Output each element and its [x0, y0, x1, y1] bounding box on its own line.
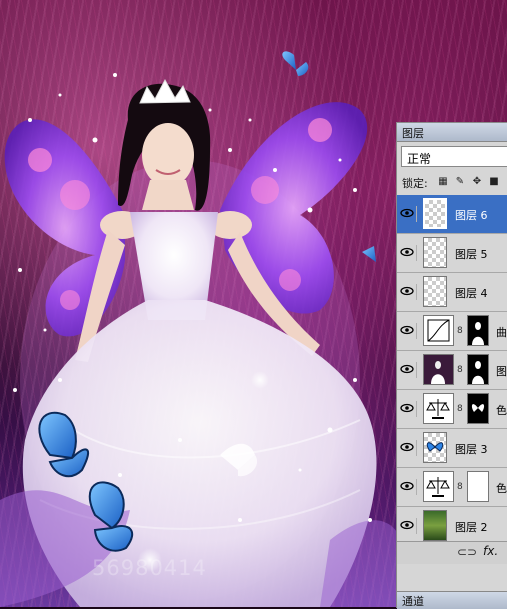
layer-row[interactable]: 8 图层 [397, 351, 507, 390]
lock-bar: 锁定: ▦ ✎ ✥ ■ [402, 176, 499, 191]
layer-name: 图层 6 [455, 209, 488, 222]
photo-thumbnail [423, 354, 454, 385]
link-icon: 8 [457, 365, 463, 375]
layers-tab[interactable]: 图层 [397, 123, 507, 142]
layer-row[interactable]: 8 色 [397, 390, 507, 429]
layer-thumbnail [423, 237, 447, 268]
layer-thumbnail [423, 198, 447, 229]
color-balance-icon [423, 393, 454, 424]
link-icon: 8 [457, 482, 463, 492]
lock-all-icon[interactable]: ■ [489, 177, 499, 187]
layer-mask-thumbnail [467, 354, 489, 385]
layer-name: 图层 3 [455, 443, 488, 456]
blue-butterfly-top [282, 51, 309, 76]
layer-name: 图层 4 [455, 287, 488, 300]
visibility-eye-icon[interactable] [400, 323, 417, 339]
layer-row[interactable]: 图层 3 [397, 429, 507, 468]
layer-name: 曲 [496, 326, 507, 339]
layer-mask-thumbnail [467, 393, 489, 424]
link-icon[interactable]: ⊂⊃ [457, 545, 477, 559]
layer-name: 图层 [496, 365, 507, 378]
layer-mask-thumbnail [467, 471, 489, 502]
visibility-eye-icon[interactable] [400, 479, 417, 495]
layer-name: 色 [496, 482, 507, 495]
lock-move-icon[interactable]: ✥ [472, 177, 482, 187]
link-icon: 8 [457, 326, 463, 336]
layer-list: 图层 6 图层 5 图层 4 8 曲 8 图 8 色 图层 3 8 色 图层 2 [397, 195, 507, 546]
layer-row[interactable]: 图层 5 [397, 234, 507, 273]
blue-butterfly-right [362, 246, 376, 262]
layer-thumbnail [423, 276, 447, 307]
curves-adjustment-icon [423, 315, 454, 346]
visibility-eye-icon[interactable] [400, 440, 417, 456]
watermark: 56980414 [92, 556, 207, 580]
lock-paint-icon[interactable]: ✎ [455, 177, 465, 187]
link-icon: 8 [457, 404, 463, 414]
layer-name: 图层 2 [455, 521, 488, 534]
layer-name: 色 [496, 404, 507, 417]
visibility-eye-icon[interactable] [400, 206, 417, 222]
layer-row[interactable]: 图层 6 [397, 195, 507, 234]
visibility-eye-icon[interactable] [400, 401, 417, 417]
layer-thumbnail [423, 432, 447, 463]
layer-row[interactable]: 8 曲 [397, 312, 507, 351]
visibility-eye-icon[interactable] [400, 362, 417, 378]
visibility-eye-icon[interactable] [400, 245, 417, 261]
layer-row[interactable]: 8 色 [397, 468, 507, 507]
fx-button[interactable]: fx. [483, 544, 498, 558]
layer-name: 图层 5 [455, 248, 488, 261]
color-balance-icon [423, 471, 454, 502]
layer-row[interactable]: 图层 4 [397, 273, 507, 312]
layer-mask-thumbnail [467, 315, 489, 346]
visibility-eye-icon[interactable] [400, 284, 417, 300]
channels-tab[interactable]: 通道 [397, 591, 507, 609]
lock-transparent-icon[interactable]: ▦ [438, 177, 448, 187]
layers-panel-footer: ⊂⊃ fx. [397, 541, 507, 564]
layer-thumbnail [423, 510, 447, 541]
layers-panel: 图层 正常 锁定: ▦ ✎ ✥ ■ 图层 6 图层 5 图层 4 8 曲 8 图… [396, 122, 507, 609]
visibility-eye-icon[interactable] [400, 518, 417, 534]
blend-mode-select[interactable]: 正常 [401, 146, 507, 167]
